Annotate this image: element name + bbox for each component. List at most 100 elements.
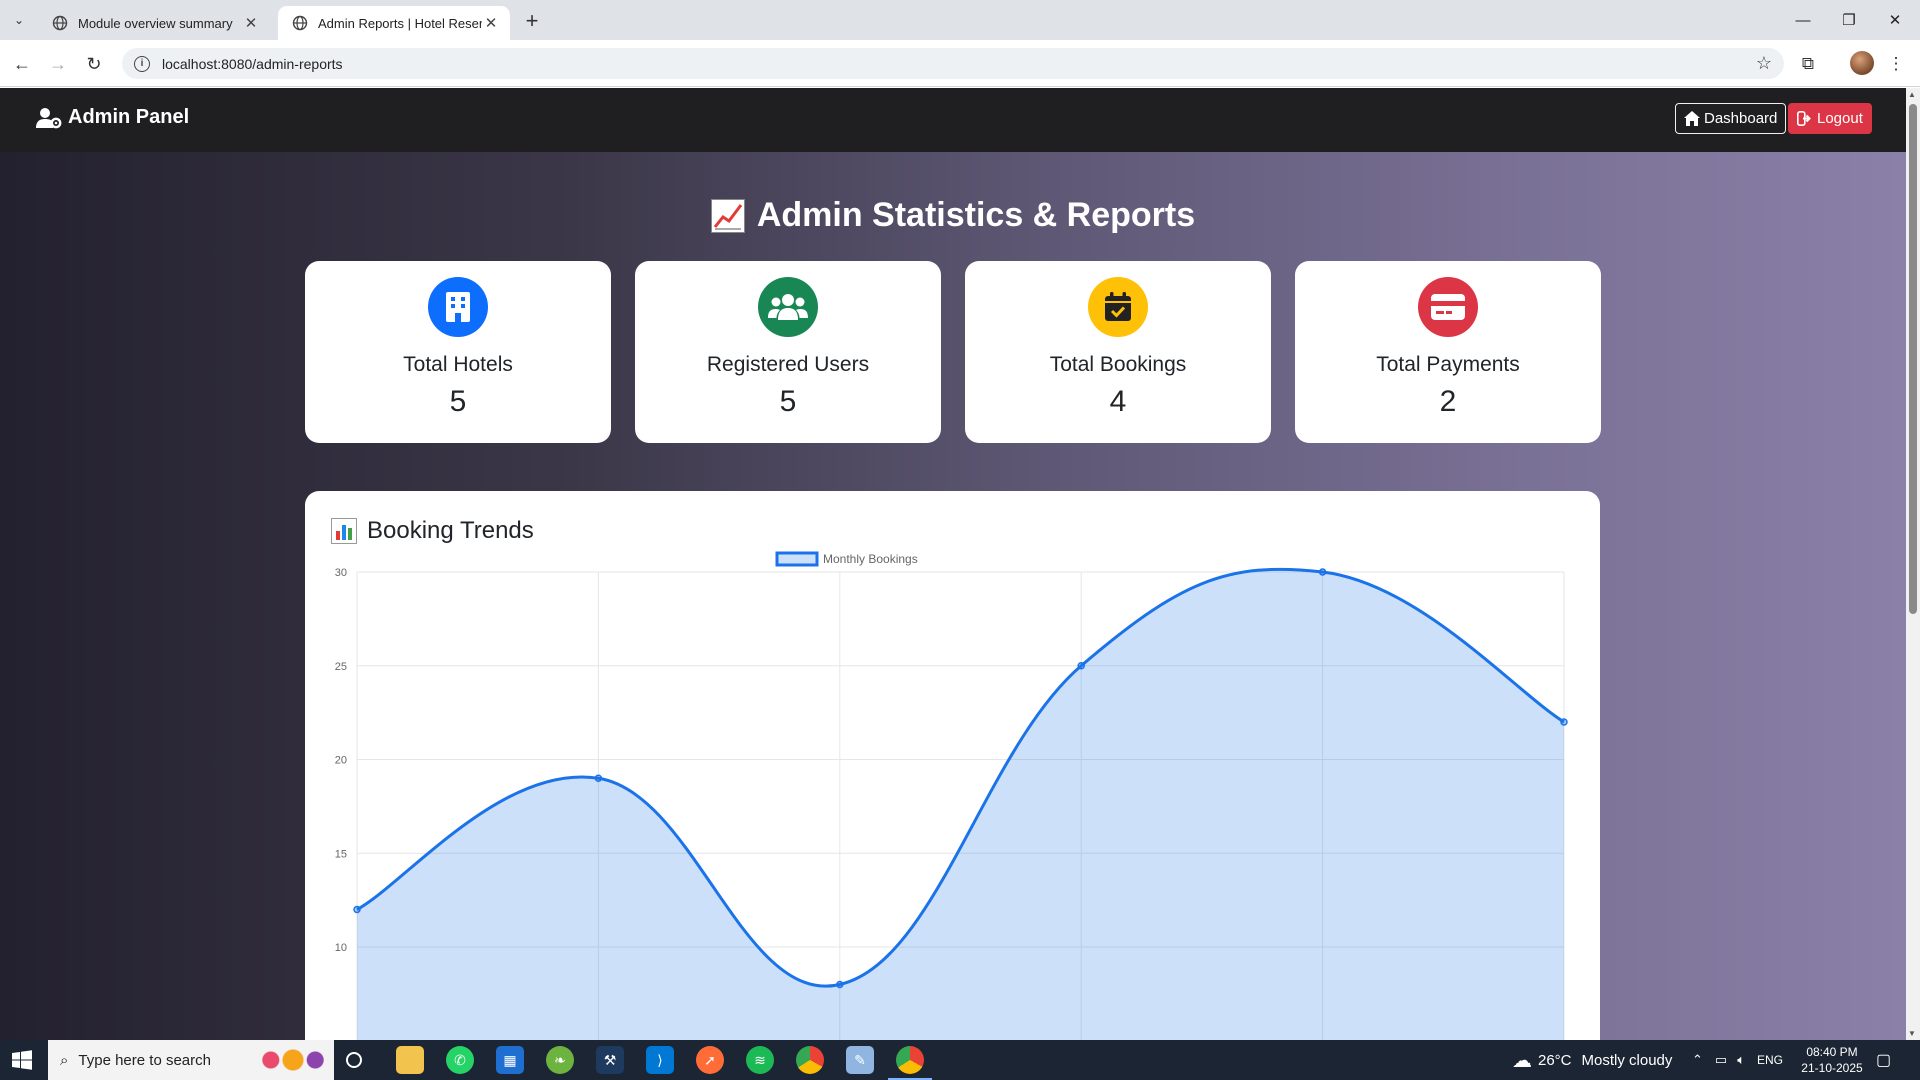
y-tick-label: 10 — [335, 942, 347, 954]
data-point — [836, 980, 844, 989]
search-icon: ⌕ — [60, 1051, 69, 1069]
minimize-icon[interactable]: — — [1780, 6, 1826, 34]
top-navbar: Admin Panel Dashboard Logout — [0, 88, 1906, 152]
legend-swatch — [775, 551, 819, 567]
close-window-icon[interactable]: ✕ — [1872, 6, 1918, 34]
reload-icon[interactable]: ↻ — [82, 52, 106, 76]
volume-icon[interactable]: 🔈︎ — [1737, 1052, 1745, 1068]
page-scrollbar[interactable]: ▲ ▼ — [1906, 88, 1920, 1040]
bookmark-star-icon[interactable]: ☆ — [1756, 53, 1772, 74]
scroll-down-icon[interactable]: ▼ — [1908, 1029, 1916, 1038]
y-tick-label: 15 — [335, 848, 347, 860]
brand-label: Admin Panel — [68, 106, 190, 128]
store-icon[interactable]: ▦ — [496, 1046, 524, 1074]
calendar-check-icon — [1088, 277, 1148, 337]
close-tab-icon[interactable]: ✕ — [482, 14, 500, 32]
taskbar-search-input[interactable]: ⌕ Type here to search — [48, 1040, 334, 1080]
page-title: Admin Statistics & Reports — [0, 196, 1906, 235]
booking-trends-chart: 30 25 20 15 10 Monthly Bookings — [335, 551, 1568, 1040]
postman-icon[interactable]: ➚ — [696, 1046, 724, 1074]
globe-icon — [292, 15, 308, 31]
app-icon[interactable]: ⚒ — [596, 1046, 624, 1074]
tab-title: Admin Reports | Hotel Reservati — [318, 15, 482, 31]
weather-text: Mostly cloudy — [1581, 1051, 1673, 1069]
tab-search-chevron-icon[interactable]: ⌄ — [8, 9, 30, 31]
language-indicator[interactable]: ENG — [1757, 1053, 1783, 1067]
booking-trends-card: Booking Trends 30 25 20 15 10 Monthly Booking… — [305, 491, 1600, 1040]
home-icon — [1684, 111, 1700, 126]
stat-value: 5 — [449, 385, 467, 418]
globe-icon — [52, 15, 68, 31]
stat-label: Total Bookings — [1049, 353, 1187, 376]
series-area — [357, 569, 1564, 1040]
tab-module-overview[interactable]: Module overview summary ✕ — [38, 6, 270, 40]
search-highlight-icon — [256, 1046, 330, 1074]
new-tab-icon[interactable]: + — [520, 8, 544, 34]
weather-widget[interactable]: ☁ 26°C Mostly cloudy — [1512, 1040, 1672, 1080]
data-point — [1077, 662, 1085, 670]
stat-card-bookings: Total Bookings 4 — [965, 261, 1271, 443]
user-cog-icon — [36, 107, 62, 128]
show-hidden-icon[interactable]: ⌃ — [1692, 1052, 1703, 1068]
chart-increasing-icon — [710, 198, 745, 233]
data-point — [594, 774, 603, 782]
stat-label: Total Hotels — [403, 353, 513, 376]
credit-card-icon — [1418, 277, 1478, 337]
tab-strip: ⌄ Module overview summary ✕ Admin Report… — [0, 0, 1920, 40]
stat-label: Registered Users — [706, 353, 870, 376]
vscode-icon[interactable]: ⟩ — [646, 1046, 674, 1074]
notifications-icon[interactable]: ▢ — [1876, 1040, 1891, 1080]
cortana-icon[interactable] — [346, 1052, 362, 1068]
tray-icons: ⌃ ▭ 🔈︎ ENG — [1692, 1040, 1783, 1080]
scrollbar-thumb[interactable] — [1909, 104, 1917, 614]
spotify-icon[interactable]: ≋ — [746, 1046, 774, 1074]
building-icon — [428, 277, 488, 337]
page-title-text: Admin Statistics & Reports — [756, 196, 1196, 234]
profile-avatar[interactable] — [1850, 51, 1874, 75]
stat-card-payments: Total Payments 2 — [1295, 261, 1601, 443]
logout-label: Logout — [1817, 110, 1863, 127]
tab-admin-reports[interactable]: Admin Reports | Hotel Reservati ✕ — [278, 6, 510, 40]
notes-icon[interactable]: ✎ — [846, 1046, 874, 1074]
clock-time: 08:40 PM — [1806, 1045, 1858, 1059]
extensions-icon[interactable]: ⧉ — [1796, 52, 1820, 76]
stat-value: 5 — [779, 385, 797, 418]
data-point — [353, 905, 361, 914]
file-explorer-icon[interactable] — [396, 1046, 424, 1074]
page-viewport: Admin Panel Dashboard Logout Admin Stati… — [0, 88, 1906, 1040]
clock[interactable]: 08:40 PM 21-10-2025 — [1796, 1044, 1868, 1076]
dashboard-label: Dashboard — [1704, 110, 1778, 127]
weather-temp: 26°C — [1538, 1051, 1572, 1069]
logout-button[interactable]: Logout — [1788, 103, 1872, 134]
browser-menu-icon[interactable]: ⋮ — [1884, 52, 1908, 76]
network-icon[interactable]: ▭ — [1715, 1052, 1727, 1068]
chrome-active-icon[interactable] — [888, 1046, 932, 1080]
y-tick-label: 20 — [335, 755, 347, 767]
site-info-icon[interactable]: i — [134, 55, 150, 72]
brand[interactable]: Admin Panel — [36, 106, 189, 129]
y-tick-label: 25 — [335, 661, 347, 673]
stat-card-hotels: Total Hotels 5 — [305, 261, 611, 443]
restore-icon[interactable]: ❐ — [1826, 6, 1872, 34]
sign-out-icon — [1797, 111, 1811, 126]
spring-tool-icon[interactable]: ❧ — [546, 1046, 574, 1074]
scroll-up-icon[interactable]: ▲ — [1908, 90, 1916, 99]
url-field[interactable]: i localhost:8080/admin-reports ☆ — [122, 48, 1784, 79]
close-tab-icon[interactable]: ✕ — [242, 14, 260, 32]
url-text: localhost:8080/admin-reports — [162, 55, 343, 72]
data-point — [1560, 718, 1568, 726]
dashboard-button[interactable]: Dashboard — [1675, 103, 1787, 134]
stat-card-users: Registered Users 5 — [635, 261, 941, 443]
y-tick-label: 30 — [335, 567, 347, 579]
clock-date: 21-10-2025 — [1801, 1061, 1863, 1075]
windows-start-icon[interactable] — [12, 1050, 32, 1075]
forward-icon[interactable]: → — [46, 52, 70, 76]
address-bar: ← → ↻ i localhost:8080/admin-reports ☆ ⧉… — [0, 40, 1920, 87]
users-icon — [758, 277, 818, 337]
taskbar: ⌕ Type here to search ✆ ▦ ❧ ⚒ ⟩ ➚ ≋ ✎ ☁ … — [0, 1040, 1920, 1080]
back-icon[interactable]: ← — [10, 52, 34, 76]
search-placeholder: Type here to search — [78, 1051, 211, 1069]
stat-value: 2 — [1439, 385, 1457, 418]
chrome-icon[interactable] — [796, 1046, 824, 1074]
whatsapp-icon[interactable]: ✆ — [446, 1046, 474, 1074]
